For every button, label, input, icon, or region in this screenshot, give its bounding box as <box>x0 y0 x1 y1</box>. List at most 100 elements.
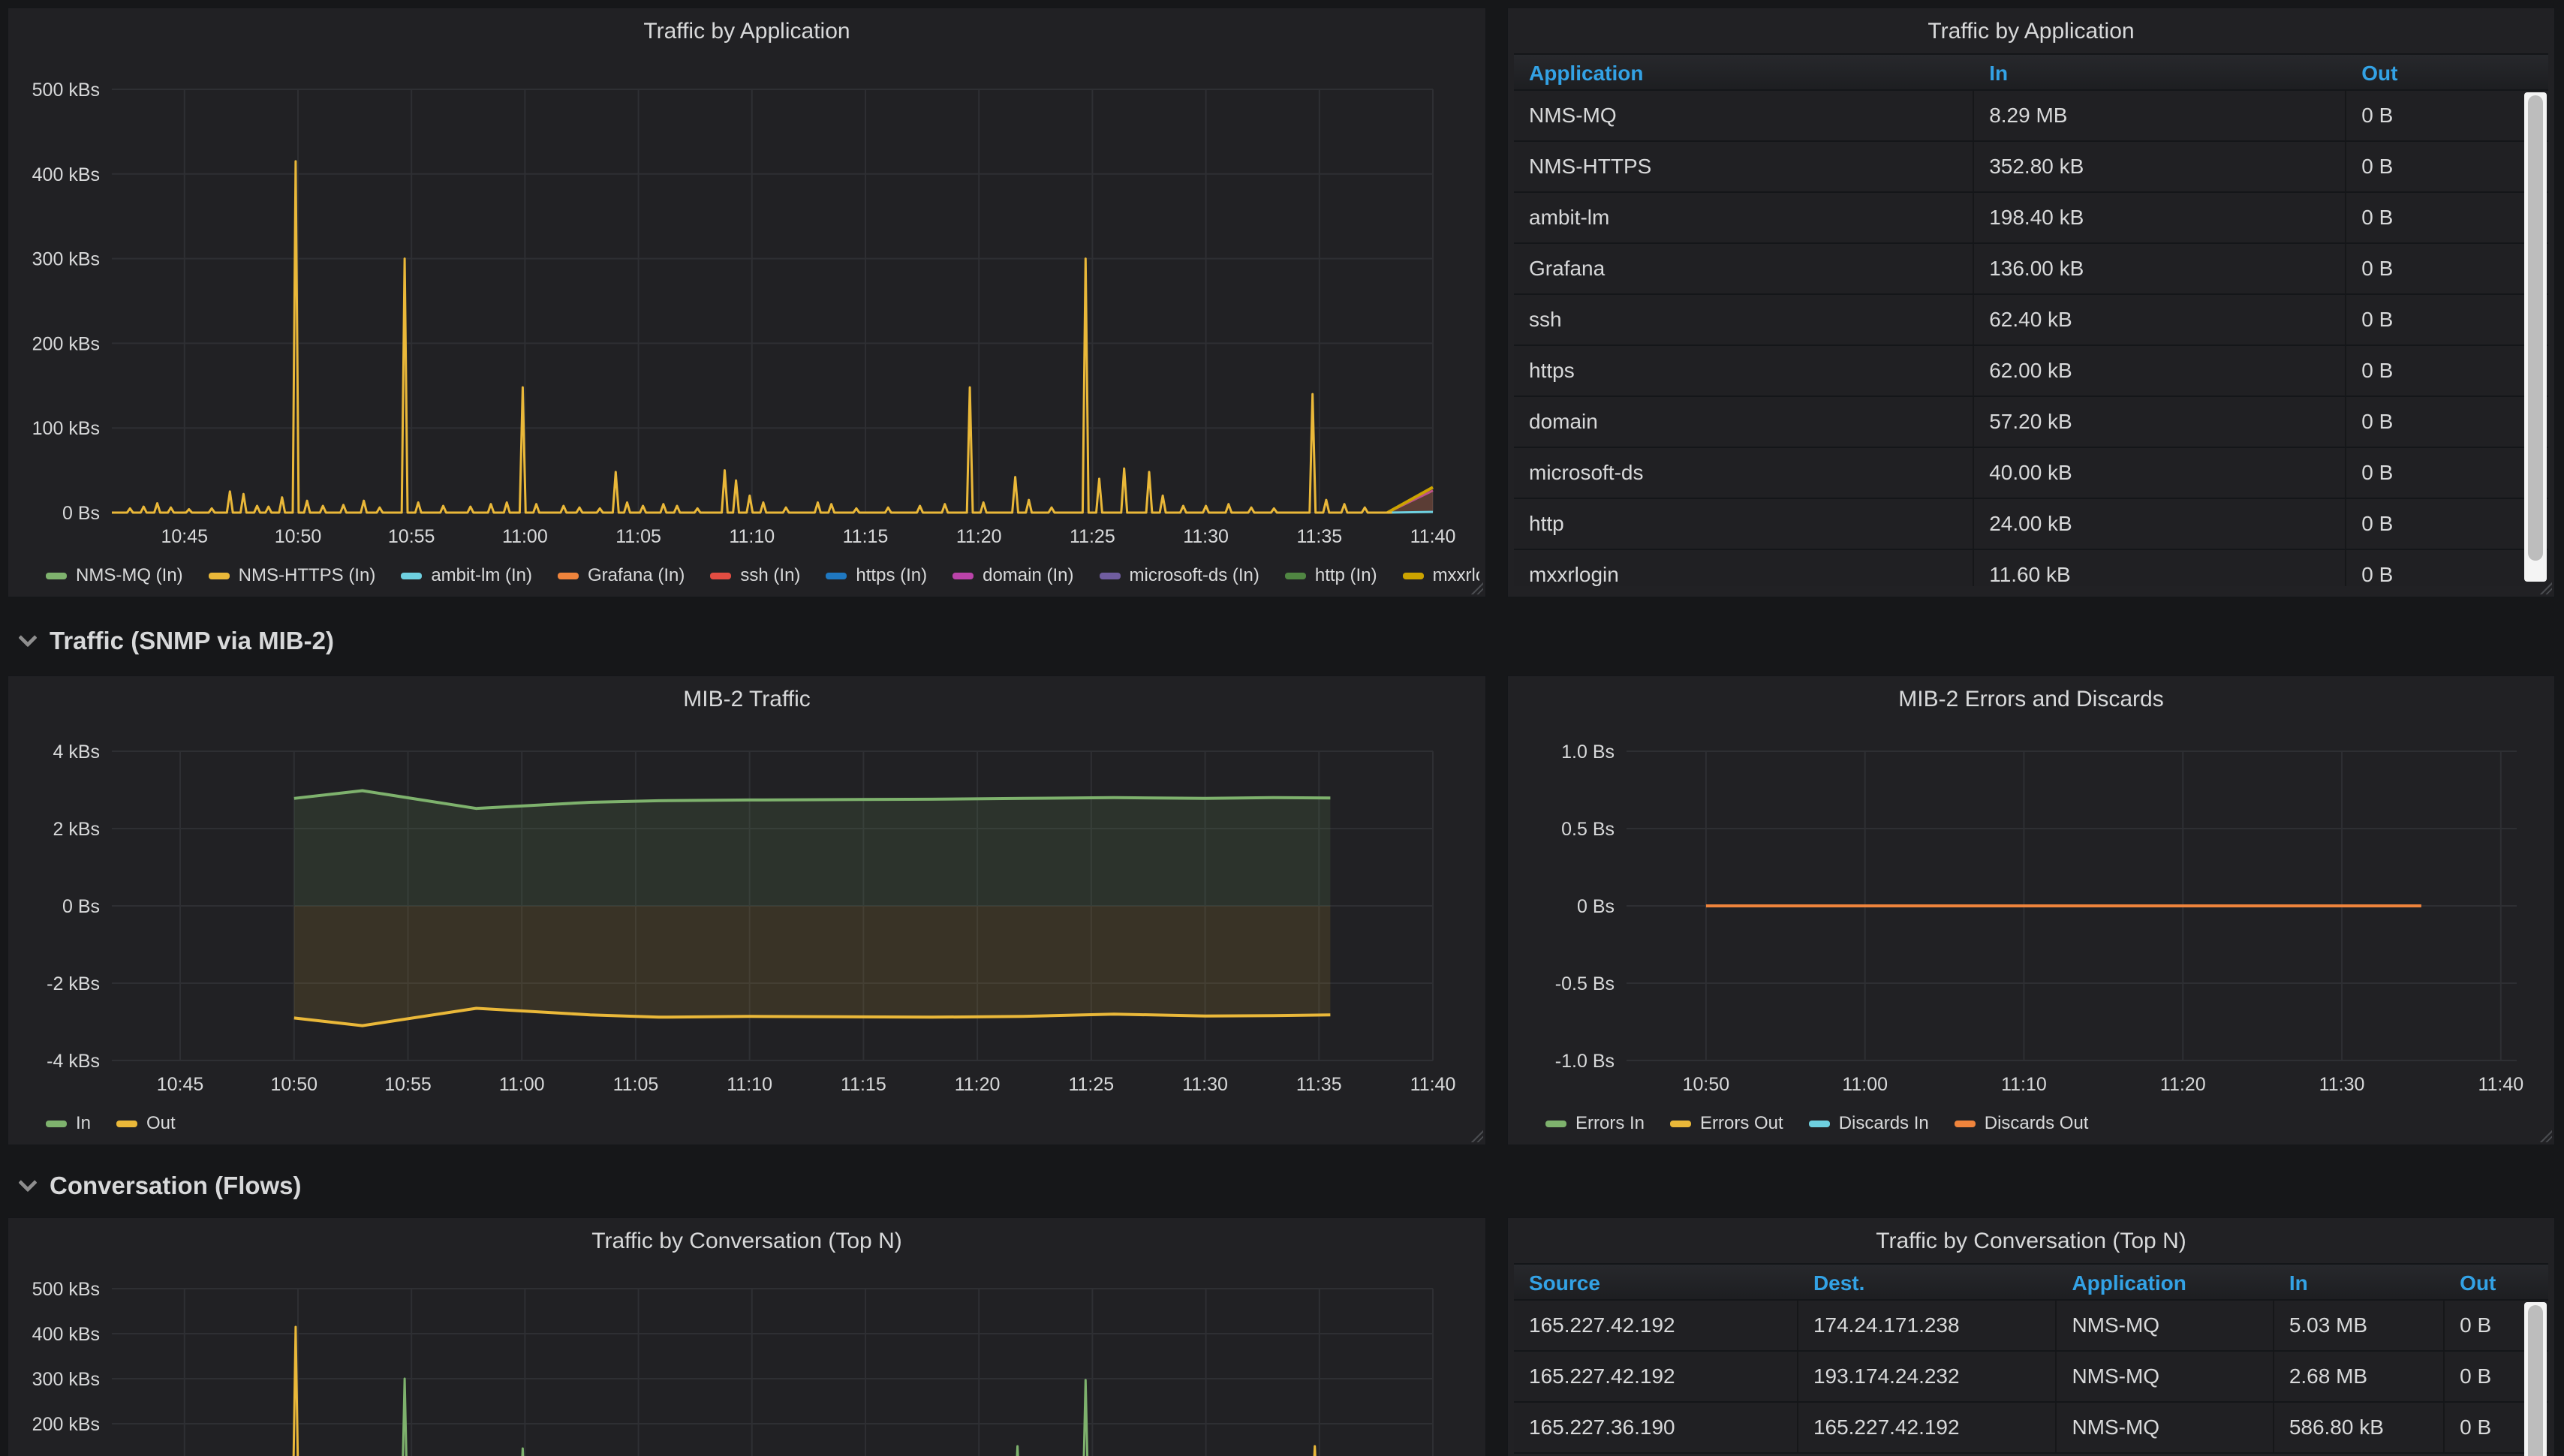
legend-label: Out <box>146 1113 176 1133</box>
legend-item[interactable]: Errors In <box>1545 1113 1645 1134</box>
chevron-down-icon <box>18 1173 38 1193</box>
legend-item[interactable]: Grafana (In) <box>558 565 685 586</box>
legend-label: https (In) <box>856 565 928 585</box>
legend-item[interactable]: ssh (In) <box>710 565 800 586</box>
x-axis-tick-label: 11:35 <box>1296 526 1342 547</box>
y-axis-tick-label: -4 kBs <box>47 1051 100 1072</box>
legend-item[interactable]: http (In) <box>1284 565 1377 586</box>
table-cell: mxxrlogin <box>1514 550 1975 586</box>
legend-item[interactable]: domain (In) <box>952 565 1074 586</box>
panel-resize-handle[interactable] <box>2540 582 2552 594</box>
table-row: https 62.00 kB 0 B <box>1514 346 2548 397</box>
x-axis-tick-label: 11:30 <box>1183 526 1229 547</box>
row-header-label: Conversation (Flows) <box>50 1172 302 1199</box>
column-header-application[interactable]: Application <box>2057 1265 2274 1299</box>
column-header-application[interactable]: Application <box>1514 55 1974 89</box>
y-axis-tick-label: 0 Bs <box>1577 896 1615 917</box>
y-axis-tick-label: 300 kBs <box>32 1369 100 1390</box>
legend-item[interactable]: Out <box>116 1113 176 1134</box>
legend-label: microsoft-ds (In) <box>1129 565 1259 585</box>
chart-legend: NMS-MQ (In) NMS-HTTPS (In) ambit-lm (In) Gr… <box>14 559 1479 592</box>
legend-label: NMS-MQ (In) <box>76 565 183 585</box>
panel-traffic-by-application-table: Traffic by Application Application In Out N… <box>1507 8 2555 597</box>
table-row: microsoft-ds 40.00 kB 0 B <box>1514 448 2548 499</box>
column-header-in[interactable]: In <box>2274 1265 2445 1299</box>
table-cell: 5.03 MB <box>2274 1301 2445 1350</box>
table-row: 165.227.42.192 174.24.171.238 NMS-MQ 5.03 M… <box>1514 1301 2548 1352</box>
panel-resize-handle[interactable] <box>1471 582 1483 594</box>
legend-item[interactable]: ambit-lm (In) <box>401 565 532 586</box>
legend-swatch-icon <box>1545 1120 1566 1127</box>
x-axis-tick-label: 11:15 <box>841 1074 886 1095</box>
legend-item[interactable]: Discards In <box>1808 1113 1929 1134</box>
x-axis-tick-label: 10:45 <box>161 526 208 547</box>
table-cell: 0 B <box>2361 104 2394 127</box>
table-scrollbar-thumb[interactable] <box>2528 95 2543 561</box>
legend-item[interactable]: Discards Out <box>1954 1113 2089 1134</box>
table-cell: 57.20 kB <box>1974 397 2347 447</box>
table-scrollbar-track[interactable] <box>2524 1302 2547 1456</box>
legend-label: In <box>76 1113 92 1133</box>
column-header-source[interactable]: Source <box>1514 1265 1798 1299</box>
legend-item[interactable]: mxxrlogin (In) <box>1402 565 1479 586</box>
panel-title[interactable]: Traffic by Application <box>1514 14 2548 53</box>
legend-item[interactable]: https (In) <box>826 565 927 586</box>
table-row: 165.227.36.190 165.227.42.192 NMS-MQ 586.80… <box>1514 1403 2548 1454</box>
x-axis-tick-label: 10:50 <box>1683 1074 1730 1095</box>
legend-label: Discards Out <box>1984 1113 2089 1133</box>
x-axis-tick-label: 11:10 <box>727 1074 772 1095</box>
panel-title[interactable]: MIB-2 Errors and Discards <box>1514 682 2548 721</box>
table-cell: 0 B <box>2361 155 2394 178</box>
column-header-dest-[interactable]: Dest. <box>1798 1265 2057 1299</box>
table-cell: 352.80 kB <box>1974 142 2347 191</box>
table-scrollbar-track[interactable] <box>2524 92 2547 582</box>
x-axis-tick-label: 11:05 <box>615 526 661 547</box>
legend-swatch-icon <box>46 1120 67 1127</box>
table-cell: 174.24.171.238 <box>1798 1301 2057 1350</box>
x-axis-tick-label: 11:10 <box>729 526 775 547</box>
column-header-out[interactable]: Out <box>2445 1265 2548 1299</box>
panel-title[interactable]: Traffic by Conversation (Top N) <box>1514 1224 2548 1263</box>
legend-item[interactable]: microsoft-ds (In) <box>1099 565 1259 586</box>
panel-traffic-by-application-graph: Traffic by Application 10:45 10:50 10:55 11… <box>8 8 1486 597</box>
table-row: mxxrlogin 11.60 kB 0 B <box>1514 550 2548 586</box>
panel-resize-handle[interactable] <box>2540 1130 2552 1142</box>
table-cell: 0 B <box>2361 563 2394 586</box>
table-row: NMS-MQ 8.29 MB 0 B <box>1514 91 2548 142</box>
x-axis-tick-label: 11:25 <box>1070 526 1115 547</box>
x-axis-tick-label: 10:50 <box>275 526 322 547</box>
table-cell: NMS-HTTPS <box>1514 142 1975 191</box>
column-header-out[interactable]: Out <box>2346 55 2548 89</box>
table-cell: 136.00 kB <box>1974 244 2347 293</box>
column-header-in[interactable]: In <box>1974 55 2346 89</box>
legend-item[interactable]: Errors Out <box>1670 1113 1783 1134</box>
table-scrollbar-thumb[interactable] <box>2528 1305 2543 1456</box>
x-axis-tick-label: 11:00 <box>1842 1074 1888 1095</box>
y-axis-tick-label: 0 Bs <box>62 503 100 524</box>
row-header-traffic-snmp[interactable]: Traffic (SNMP via MIB-2) <box>11 620 334 662</box>
panel-title[interactable]: Traffic by Application <box>14 14 1479 53</box>
table-cell: NMS-MQ <box>2057 1403 2274 1452</box>
legend-item[interactable]: In <box>46 1113 91 1134</box>
row-header-conversation-flows[interactable]: Conversation (Flows) <box>11 1165 302 1207</box>
y-axis-tick-label: 300 kBs <box>32 249 100 270</box>
x-axis-tick-label: 11:25 <box>1068 1074 1114 1095</box>
panel-resize-handle[interactable] <box>1471 1130 1483 1142</box>
table-header-row: Application In Out <box>1514 53 2548 91</box>
legend-item[interactable]: NMS-HTTPS (In) <box>208 565 375 586</box>
chart-svg: 10:4510:5010:5511:0011:0511:1011:1511:20… <box>32 1279 1434 1456</box>
chart-svg: 10:4510:5010:5511:0011:0511:1011:1511:20… <box>47 742 1455 1095</box>
y-axis-tick-label: -2 kBs <box>47 973 100 994</box>
table-cell: domain <box>1514 397 1975 447</box>
panel-title[interactable]: MIB-2 Traffic <box>14 682 1479 721</box>
panel-title[interactable]: Traffic by Conversation (Top N) <box>14 1224 1479 1263</box>
legend-item[interactable]: NMS-MQ (In) <box>46 565 183 586</box>
table-cell: 40.00 kB <box>1974 448 2347 498</box>
x-axis-tick-label: 10:45 <box>157 1074 204 1095</box>
legend-label: domain (In) <box>983 565 1074 585</box>
legend-swatch-icon <box>558 572 579 579</box>
table-row: NMS-HTTPS 352.80 kB 0 B <box>1514 142 2548 193</box>
y-axis-tick-label: -1.0 Bs <box>1555 1051 1615 1072</box>
legend-label: ssh (In) <box>740 565 801 585</box>
y-axis-tick-label: -0.5 Bs <box>1555 973 1615 994</box>
